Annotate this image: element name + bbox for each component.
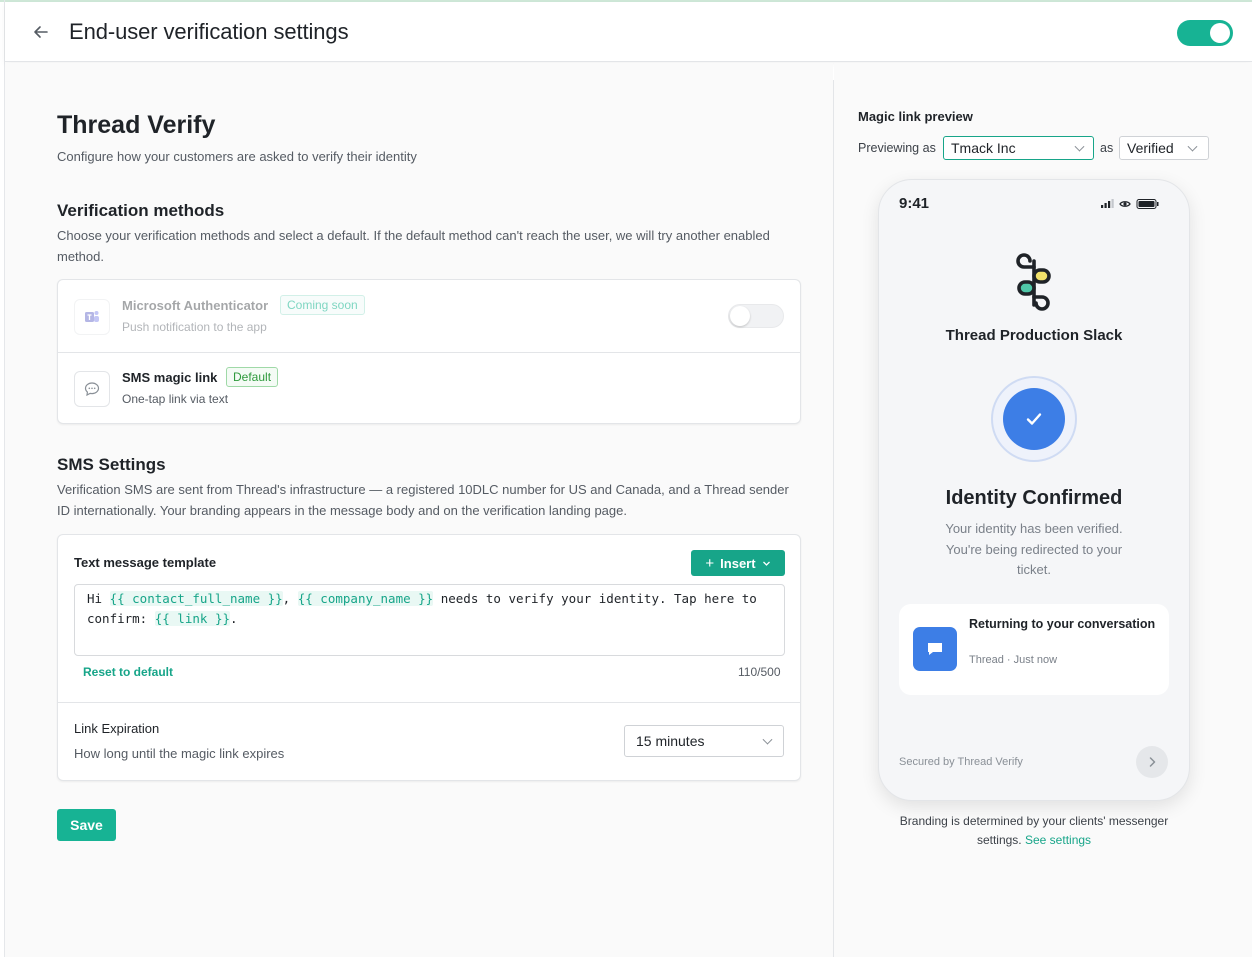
phone-brand-name: Thread Production Slack bbox=[945, 327, 1123, 344]
reset-to-default-link[interactable]: Reset to default bbox=[83, 665, 173, 679]
conversation-card: Returning to your conversation Thread · … bbox=[899, 604, 1169, 695]
template-text: Hi bbox=[87, 591, 110, 606]
default-badge: Default bbox=[226, 367, 279, 387]
template-text: , bbox=[282, 591, 298, 606]
link-expiration-select[interactable]: 15 minutes bbox=[624, 725, 784, 757]
template-variable: {{ link }} bbox=[154, 611, 230, 626]
toggle-knob bbox=[1210, 23, 1230, 43]
select-value: Verified bbox=[1127, 140, 1174, 156]
phone-preview: 9:41 Thread Production Slack Identity Co… bbox=[878, 179, 1190, 801]
see-settings-link[interactable]: See settings bbox=[1025, 833, 1091, 847]
method-title: Microsoft Authenticator bbox=[122, 298, 269, 313]
back-arrow-icon[interactable] bbox=[31, 22, 51, 42]
phone-time: 9:41 bbox=[899, 195, 930, 212]
conversation-card-title: Returning to your conversation bbox=[969, 617, 1156, 631]
chat-bubble-icon bbox=[74, 371, 110, 407]
template-text: . bbox=[230, 611, 238, 626]
chevron-down-icon bbox=[762, 734, 773, 745]
state-select[interactable]: Verified bbox=[1119, 136, 1209, 160]
sms-template-input[interactable]: Hi {{ contact_full_name }}, {{ company_n… bbox=[74, 584, 785, 656]
method-subtitle: Push notification to the app bbox=[122, 320, 267, 334]
select-value: Tmack Inc bbox=[951, 140, 1016, 156]
chevron-down-icon bbox=[1074, 141, 1085, 152]
section-title: Thread Verify bbox=[57, 111, 216, 139]
branding-footnote: Branding is determined by your clients' … bbox=[878, 812, 1190, 849]
client-select[interactable]: Tmack Inc bbox=[943, 136, 1094, 160]
page-header: End-user verification settings bbox=[5, 2, 1252, 62]
phone-status-icons bbox=[1101, 199, 1159, 209]
method-row-microsoft-authenticator: Microsoft Authenticator Coming soon Push… bbox=[58, 280, 800, 352]
coming-soon-badge: Coming soon bbox=[280, 295, 365, 315]
sms-settings-heading: SMS Settings bbox=[57, 455, 166, 474]
card-divider bbox=[58, 702, 800, 703]
chat-icon bbox=[913, 627, 957, 671]
preview-title: Magic link preview bbox=[858, 109, 973, 124]
link-expiration-description: How long until the magic link expires bbox=[74, 746, 285, 761]
save-button[interactable]: Save bbox=[57, 809, 116, 841]
plus-icon: + bbox=[705, 554, 715, 572]
template-label: Text message template bbox=[74, 555, 217, 570]
template-variable: {{ company_name }} bbox=[297, 591, 434, 606]
section-subtitle: Configure how your customers are asked t… bbox=[57, 149, 417, 164]
link-expiration-title: Link Expiration bbox=[74, 721, 160, 736]
microsoft-authenticator-toggle[interactable] bbox=[728, 304, 784, 328]
toggle-knob bbox=[730, 306, 750, 326]
phone-message: Your identity has been verified. You're … bbox=[945, 521, 1123, 577]
verification-methods-heading: Verification methods bbox=[57, 201, 225, 220]
microsoft-teams-icon bbox=[74, 299, 110, 335]
checkmark-icon bbox=[1003, 388, 1065, 450]
confirmed-badge bbox=[991, 376, 1077, 462]
verification-methods-description: Choose your verification methods and sel… bbox=[57, 228, 770, 264]
phone-heading: Identity Confirmed bbox=[945, 487, 1123, 509]
sms-settings-description: Verification SMS are sent from Thread's … bbox=[57, 482, 789, 518]
as-label: as bbox=[1100, 141, 1114, 155]
conversation-card-subtitle: Thread · Just now bbox=[969, 654, 1058, 666]
template-variable: {{ contact_full_name }} bbox=[109, 591, 283, 606]
method-subtitle: One-tap link via text bbox=[122, 392, 229, 406]
chevron-down-icon bbox=[1187, 141, 1198, 152]
insert-label: Insert bbox=[720, 555, 756, 571]
previewing-as-label: Previewing as bbox=[858, 141, 936, 155]
chevron-down-icon bbox=[762, 561, 770, 566]
verification-methods-card: Microsoft Authenticator Coming soon Push… bbox=[57, 279, 801, 424]
page-title: End-user verification settings bbox=[69, 19, 349, 44]
character-counter: 110/500 bbox=[738, 665, 781, 679]
chevron-right-icon[interactable] bbox=[1136, 746, 1168, 778]
method-title: SMS magic link bbox=[122, 370, 218, 385]
secured-by-text: Secured by Thread Verify bbox=[899, 756, 1023, 768]
thread-logo-icon bbox=[1016, 253, 1051, 311]
method-row-sms-magic-link[interactable]: SMS magic link Default One-tap link via … bbox=[58, 352, 800, 424]
select-value: 15 minutes bbox=[636, 733, 705, 749]
verification-enabled-toggle[interactable] bbox=[1177, 20, 1233, 46]
insert-variable-button[interactable]: + Insert bbox=[691, 550, 785, 576]
sms-settings-card: Text message template + Insert Hi {{ con… bbox=[57, 534, 801, 781]
